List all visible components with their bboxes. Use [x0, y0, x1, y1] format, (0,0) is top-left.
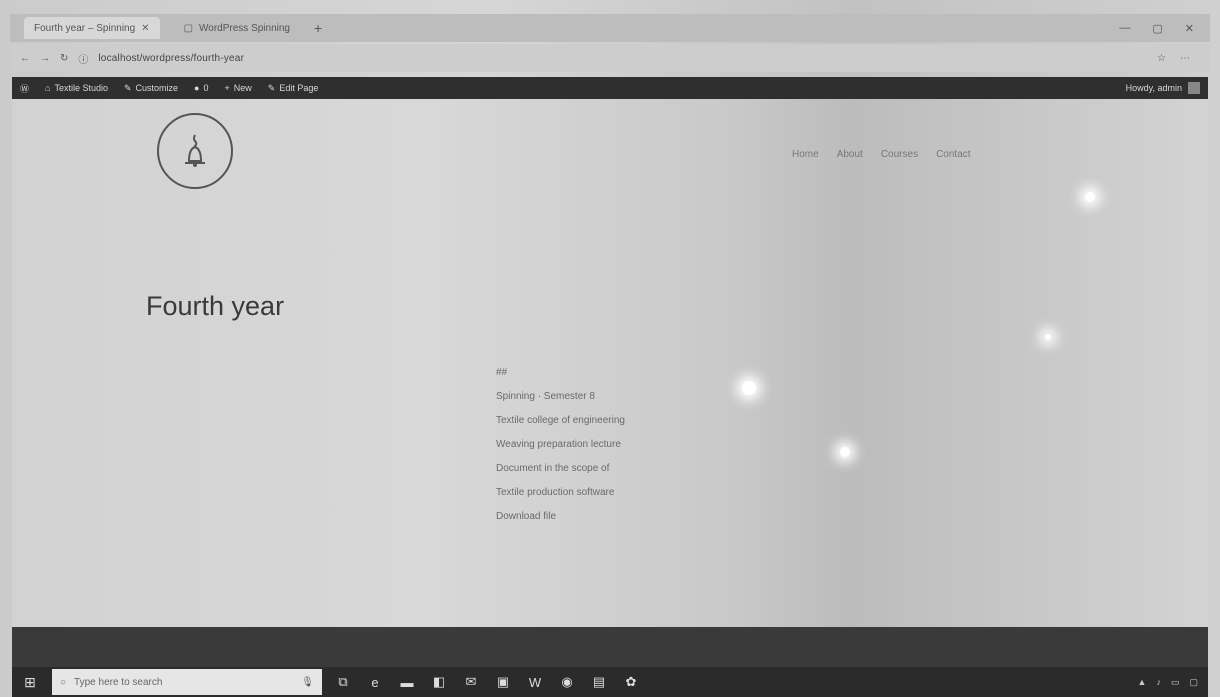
edit-icon: ✎: [267, 82, 276, 93]
content-line[interactable]: Download file: [496, 505, 736, 529]
greeting-text: Howdy, admin: [1125, 83, 1182, 93]
adminbar-label: 0: [203, 83, 209, 93]
nav-item-contact[interactable]: Contact: [936, 149, 970, 160]
nav-item-courses[interactable]: Courses: [881, 149, 918, 160]
browser-tab[interactable]: ▢ WordPress Spinning: [174, 17, 300, 39]
cortana-icon: ○: [60, 676, 67, 688]
tab-label: WordPress Spinning: [199, 22, 290, 34]
minimize-icon[interactable]: —: [1119, 22, 1130, 35]
screen-glare: [840, 447, 850, 457]
notification-icon[interactable]: ▢: [1189, 677, 1198, 688]
customize-icon: ✎: [123, 82, 132, 93]
paint-icon[interactable]: ✿: [620, 671, 642, 693]
primary-nav: Home About Courses Contact: [792, 149, 971, 160]
system-tray: ▲ ♪ ▭ ▢: [1138, 677, 1208, 688]
search-placeholder: Type here to search: [74, 676, 163, 688]
avatar: [1188, 82, 1200, 94]
back-icon[interactable]: ←: [20, 53, 30, 64]
screen-glare: [1085, 192, 1095, 202]
adminbar-label: New: [233, 83, 252, 93]
content-line: Weaving preparation lecture: [496, 439, 621, 450]
windows-start-icon[interactable]: ⊞: [18, 672, 42, 692]
nav-item-about[interactable]: About: [837, 149, 863, 160]
windows-taskbar: ⊞ ○ Type here to search 🎙 ⧉ e ▬ ◧ ✉ ▣ W …: [12, 667, 1208, 697]
tab-label: Fourth year – Spinning: [34, 22, 136, 34]
network-icon[interactable]: ▲: [1138, 677, 1147, 687]
maximize-icon[interactable]: ▢: [1152, 22, 1162, 35]
home-icon: ⌂: [45, 83, 51, 93]
nav-item-home[interactable]: Home: [792, 149, 819, 160]
wordpress-icon: Ⓦ: [20, 83, 30, 94]
new-tab-icon[interactable]: +: [314, 20, 322, 36]
adminbar-item-site[interactable]: ⌂ Textile Studio: [45, 83, 108, 93]
volume-icon[interactable]: ♪: [1156, 677, 1161, 687]
browser-tabstrip: Fourth year – Spinning ✕ ▢ WordPress Spi…: [10, 14, 1210, 42]
page-title: Fourth year: [146, 291, 285, 322]
page-footer: [12, 627, 1208, 667]
edge-icon[interactable]: e: [364, 671, 386, 693]
menu-icon[interactable]: ⋯: [1180, 53, 1190, 64]
site-logo[interactable]: [157, 113, 233, 189]
content-line: Textile college of engineering: [496, 415, 625, 426]
info-icon[interactable]: ⓘ: [78, 51, 88, 66]
adminbar-label: Textile Studio: [54, 83, 108, 93]
wp-admin-bar: Ⓦ ⌂ Textile Studio ✎ Customize ● 0 + New…: [12, 77, 1208, 99]
content-line: Spinning · Semester 8: [496, 391, 595, 402]
close-tab-icon[interactable]: ✕: [141, 23, 149, 34]
adminbar-item-customize[interactable]: ✎ Customize: [124, 83, 178, 94]
adminbar-item-comments[interactable]: ● 0: [194, 83, 208, 93]
screen-glare: [1045, 334, 1051, 340]
adminbar-item-edit[interactable]: ✎ Edit Page: [268, 83, 319, 94]
task-view-icon[interactable]: ⧉: [332, 671, 354, 693]
file-explorer-icon[interactable]: ▬: [396, 671, 418, 693]
browser-tab-active[interactable]: Fourth year – Spinning ✕: [24, 17, 160, 39]
address-bar-actions: ☆ ⋯: [1157, 53, 1210, 64]
mail-icon[interactable]: ✉: [460, 671, 482, 693]
comment-icon: ●: [194, 83, 200, 93]
reload-icon[interactable]: ↻: [60, 53, 68, 64]
content-text: ## Spinning · Semester 8 Textile college…: [496, 361, 736, 529]
page-content: Home About Courses Contact Fourth year #…: [12, 99, 1208, 627]
app-icon[interactable]: ▤: [588, 671, 610, 693]
address-bar: ← → ↻ ⓘ localhost/wordpress/fourth-year …: [10, 44, 1210, 72]
forward-icon[interactable]: →: [40, 53, 50, 64]
word-icon[interactable]: W: [524, 671, 546, 693]
page-icon: ▢: [183, 22, 194, 34]
window-controls: — ▢ ✕: [1119, 22, 1210, 35]
chrome-icon[interactable]: ◉: [556, 671, 578, 693]
star-icon[interactable]: ☆: [1157, 53, 1166, 64]
url-field[interactable]: localhost/wordpress/fourth-year: [98, 53, 244, 64]
content-line: Document in the scope of: [496, 463, 610, 474]
close-icon[interactable]: ✕: [1185, 22, 1194, 35]
adminbar-label: Edit Page: [279, 83, 319, 93]
plus-icon: +: [224, 83, 230, 93]
content-line: Textile production software: [496, 487, 615, 498]
adminbar-item-wordpress[interactable]: Ⓦ: [20, 82, 29, 95]
battery-icon[interactable]: ▭: [1171, 677, 1180, 688]
adminbar-account[interactable]: Howdy, admin: [1126, 82, 1208, 94]
content-line: ##: [496, 367, 508, 378]
screen-frame: Fourth year – Spinning ✕ ▢ WordPress Spi…: [0, 0, 1220, 697]
store-icon[interactable]: ◧: [428, 671, 450, 693]
bell-logo-icon: [185, 134, 205, 167]
screen-glare: [742, 381, 756, 395]
photos-icon[interactable]: ▣: [492, 671, 514, 693]
adminbar-label: Customize: [135, 83, 179, 93]
adminbar-item-new[interactable]: + New: [225, 83, 252, 93]
taskbar-search[interactable]: ○ Type here to search 🎙: [52, 669, 322, 695]
microphone-icon[interactable]: 🎙: [301, 677, 314, 688]
